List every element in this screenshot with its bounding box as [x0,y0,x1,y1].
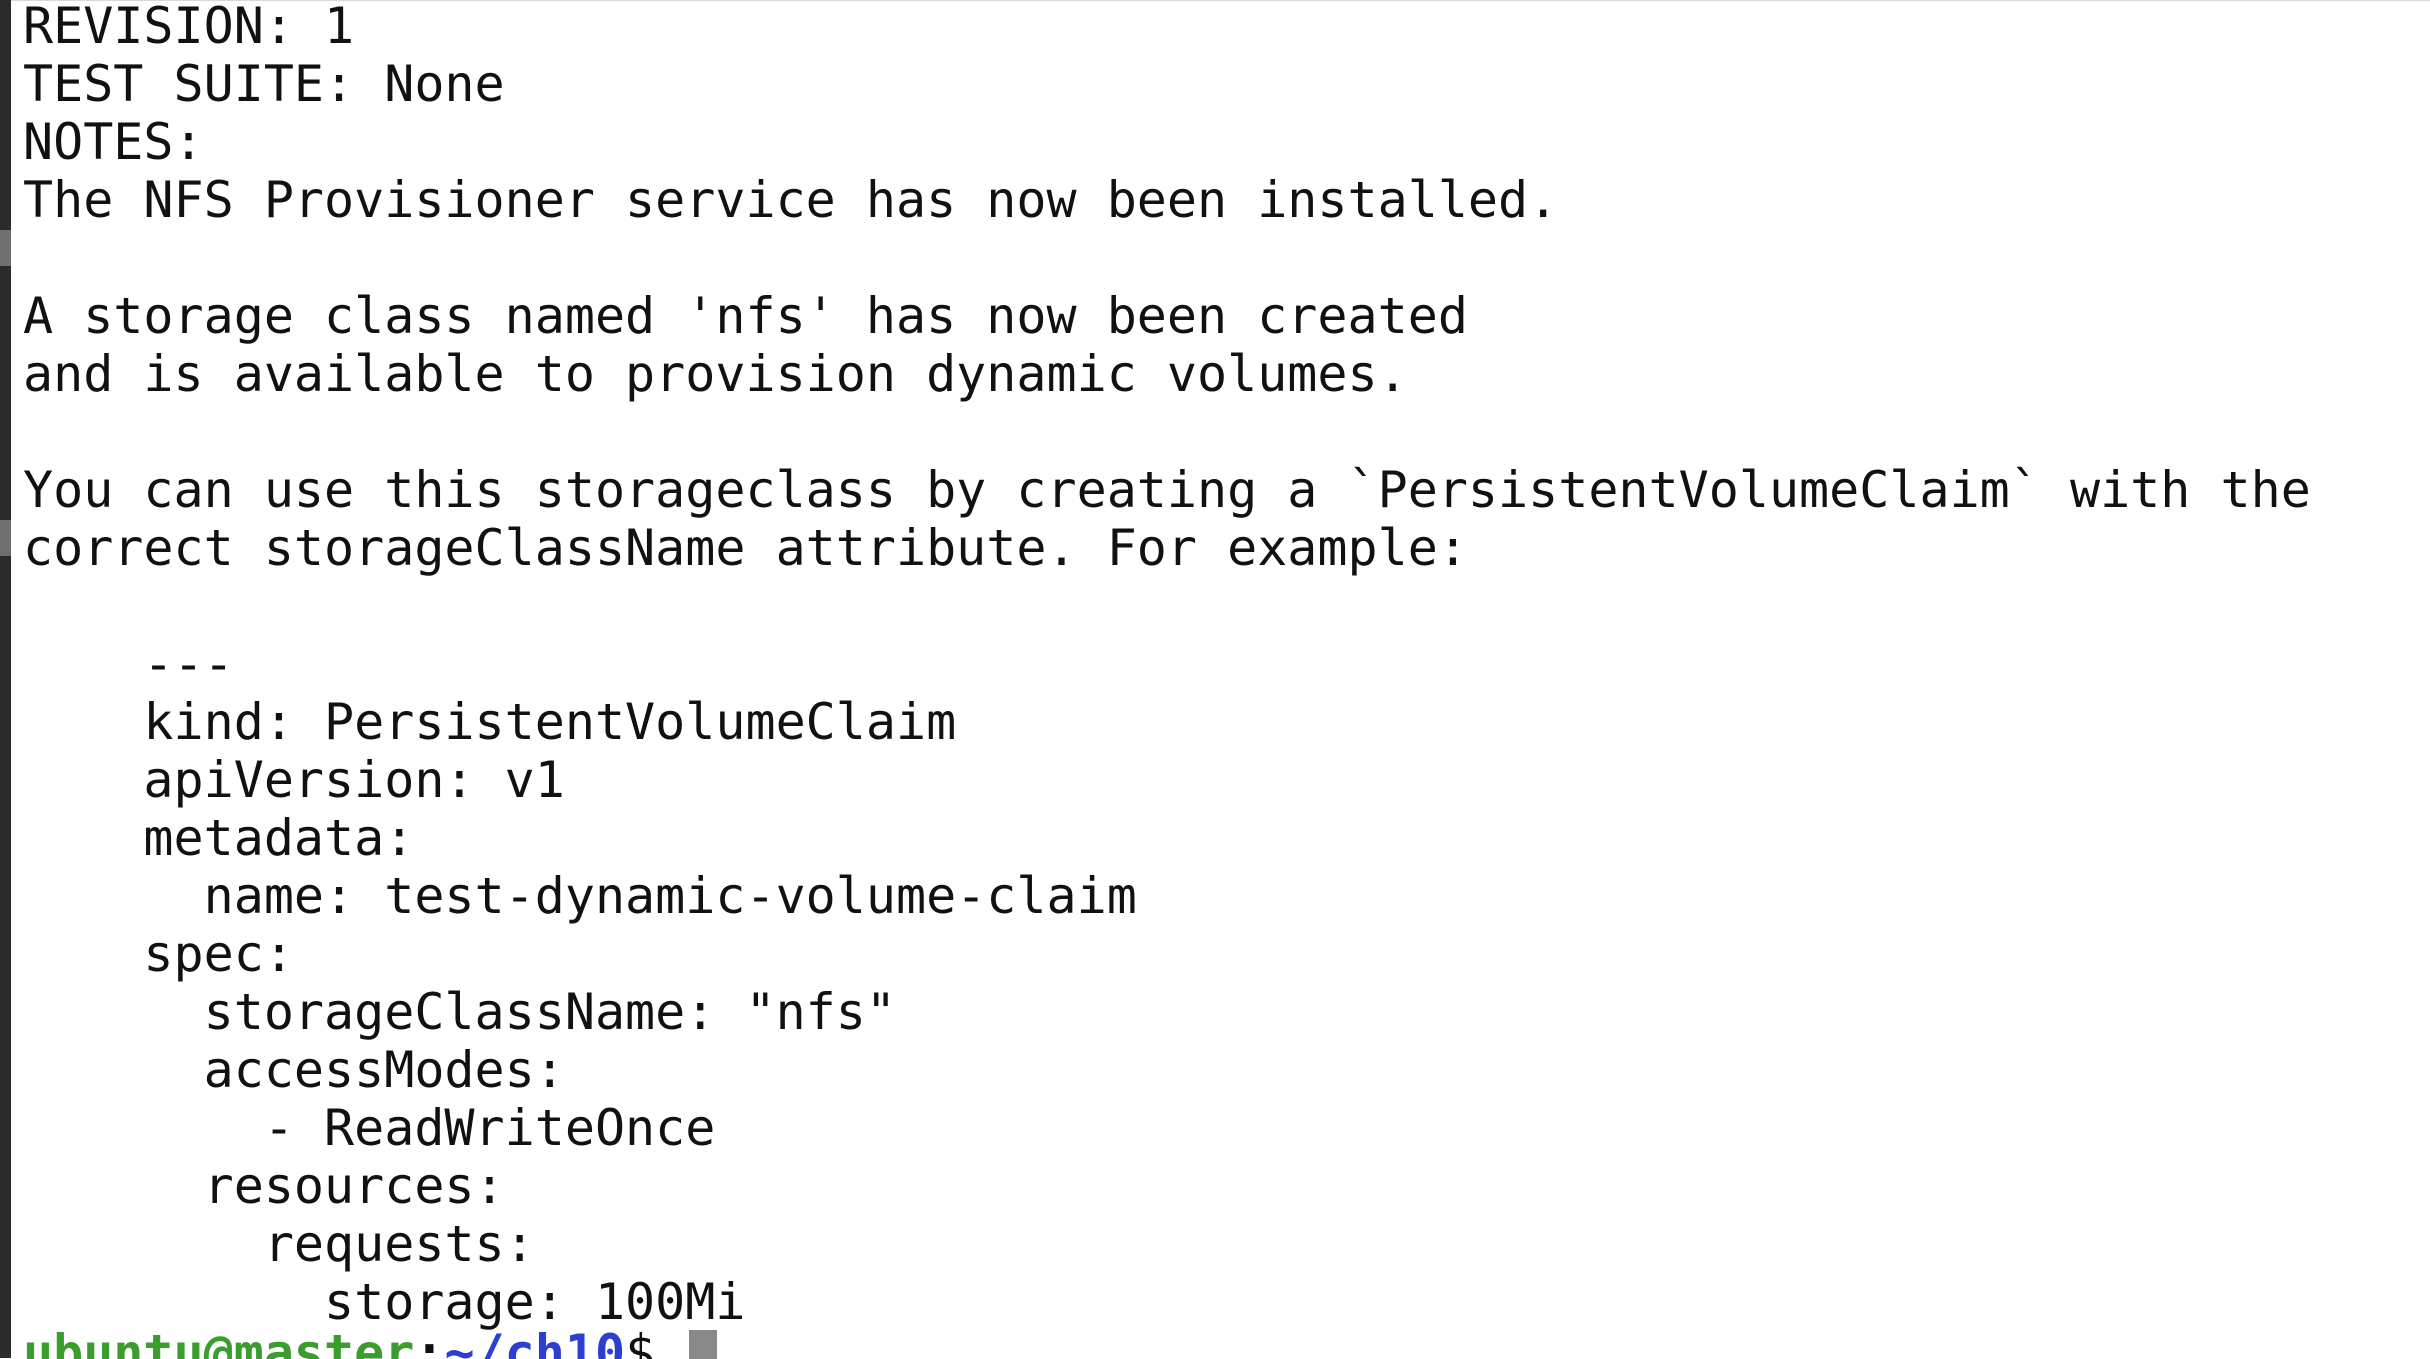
output-line: name: test-dynamic-volume-claim [23,867,1137,925]
output-line: correct storageClassName attribute. For … [23,519,1468,577]
output-line: apiVersion: v1 [23,751,565,809]
output-line: --- [23,635,234,693]
output-line: storage: 100Mi [23,1273,746,1331]
output-line: You can use this storageclass by creatin… [23,461,2311,519]
text-cursor [689,1330,718,1359]
output-line: requests: [23,1215,535,1273]
prompt-symbol: $ [625,1324,686,1359]
output-line: REVISION: 1 [23,0,355,55]
terminal-window[interactable]: REVISION: 1 TEST SUITE: None NOTES: The … [11,0,2430,1359]
output-line: NOTES: [23,113,204,171]
window-left-border [0,0,11,1358]
output-line: spec: [23,925,294,983]
output-line: The NFS Provisioner service has now been… [23,171,1559,229]
prompt-separator: : [414,1324,445,1359]
output-line: and is available to provision dynamic vo… [23,345,1408,403]
border-notch [0,230,11,266]
output-line: TEST SUITE: None [23,55,505,113]
output-line: accessModes: [23,1041,565,1099]
border-notch [0,520,11,556]
output-line: A storage class named 'nfs' has now been… [23,287,1468,345]
prompt-path: ~/ch10 [444,1324,626,1359]
output-line: metadata: [23,809,415,867]
terminal-output: REVISION: 1 TEST SUITE: None NOTES: The … [23,0,2311,1331]
output-line: kind: PersistentVolumeClaim [23,693,957,751]
output-line: - ReadWriteOnce [23,1099,716,1157]
shell-prompt[interactable]: ubuntu@master:~/ch10$ [23,1324,718,1359]
output-line: storageClassName: "nfs" [23,983,896,1041]
prompt-user-host: ubuntu@master [23,1324,415,1359]
output-line: resources: [23,1157,505,1215]
